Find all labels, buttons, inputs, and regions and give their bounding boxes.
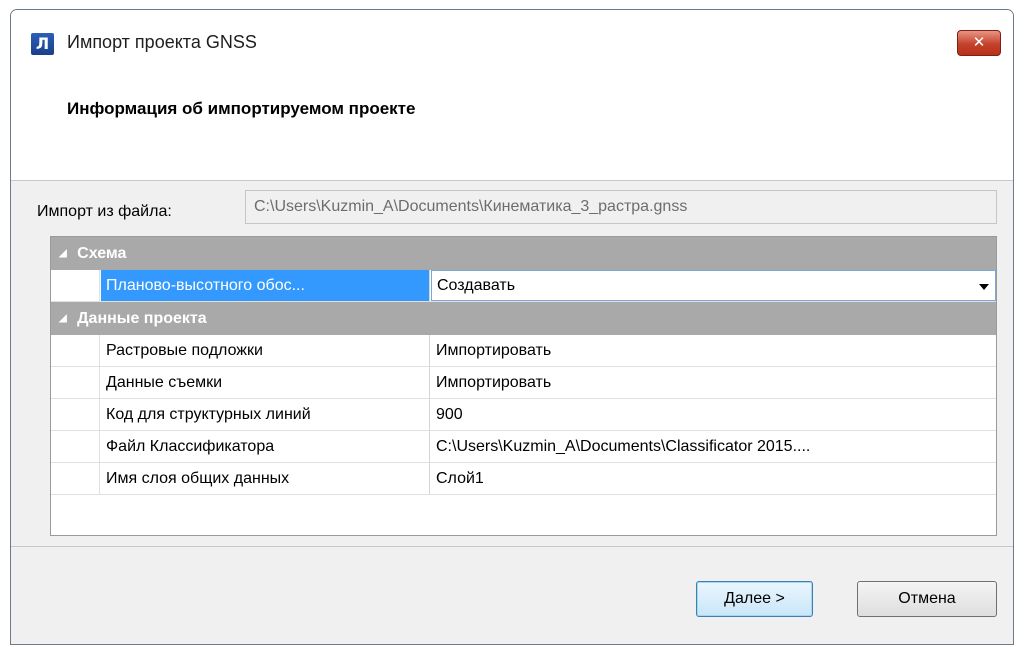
property-row-raster-underlays[interactable]: Растровые подложки Импортировать xyxy=(51,335,996,367)
chevron-down-icon[interactable] xyxy=(979,284,989,290)
title-bar: Л Импорт проекта GNSS ✕ xyxy=(11,10,1013,82)
collapse-triangle-icon[interactable]: ◢ xyxy=(59,313,67,324)
category-label: Данные проекта xyxy=(77,310,207,327)
property-name[interactable]: Файл Классификатора xyxy=(101,431,430,462)
category-project-data[interactable]: ◢ Данные проекта xyxy=(51,302,996,335)
category-label: Схема xyxy=(77,245,127,262)
property-name[interactable]: Имя слоя общих данных xyxy=(101,463,430,494)
footer-divider xyxy=(11,546,1013,547)
collapse-triangle-icon[interactable]: ◢ xyxy=(59,248,67,259)
property-name[interactable]: Код для структурных линий xyxy=(101,399,430,430)
property-grid: ◢ Схема Планово-высотного обос... Создав… xyxy=(50,236,997,536)
window-title: Импорт проекта GNSS xyxy=(67,32,257,52)
property-name[interactable]: Данные съемки xyxy=(101,367,430,398)
next-button[interactable]: Далее > xyxy=(696,581,813,617)
import-file-path-field[interactable]: C:\Users\Kuzmin_A\Documents\Кинематика_3… xyxy=(245,190,997,224)
row-gutter xyxy=(51,367,100,398)
dropdown-value: Создавать xyxy=(437,277,516,294)
page-title: Информация об импортируемом проекте xyxy=(67,99,416,118)
property-value[interactable]: C:\Users\Kuzmin_A\Documents\Classificato… xyxy=(431,431,996,462)
property-row-survey-data[interactable]: Данные съемки Импортировать xyxy=(51,367,996,399)
property-row-structure-line-code[interactable]: Код для структурных линий 900 xyxy=(51,399,996,431)
row-gutter xyxy=(51,463,100,494)
dialog-header: Информация об импортируемом проекте xyxy=(11,82,1013,181)
property-value[interactable]: Импортировать xyxy=(431,335,996,366)
property-row-common-layer-name[interactable]: Имя слоя общих данных Слой1 xyxy=(51,463,996,495)
row-gutter xyxy=(51,399,100,430)
row-gutter xyxy=(51,270,100,301)
category-scheme[interactable]: ◢ Схема xyxy=(51,237,996,270)
import-file-label: Импорт из файла: xyxy=(37,203,172,220)
property-row-classifier-file[interactable]: Файл Классификатора C:\Users\Kuzmin_A\Do… xyxy=(51,431,996,463)
row-gutter xyxy=(51,431,100,462)
close-button[interactable]: ✕ xyxy=(957,30,1001,56)
app-logo-icon: Л xyxy=(31,33,54,55)
property-value[interactable]: Слой1 xyxy=(431,463,996,494)
property-value-dropdown[interactable]: Создавать xyxy=(431,270,996,301)
property-name[interactable]: Планово-высотного обос... xyxy=(101,270,430,301)
property-row-survey-scheme[interactable]: Планово-высотного обос... Создавать xyxy=(51,270,996,302)
property-name[interactable]: Растровые подложки xyxy=(101,335,430,366)
import-dialog-window: Л Импорт проекта GNSS ✕ Информация об им… xyxy=(10,9,1014,645)
close-icon: ✕ xyxy=(972,33,986,51)
row-gutter xyxy=(51,335,100,366)
property-value[interactable]: 900 xyxy=(431,399,996,430)
property-value[interactable]: Импортировать xyxy=(431,367,996,398)
cancel-button[interactable]: Отмена xyxy=(857,581,997,617)
